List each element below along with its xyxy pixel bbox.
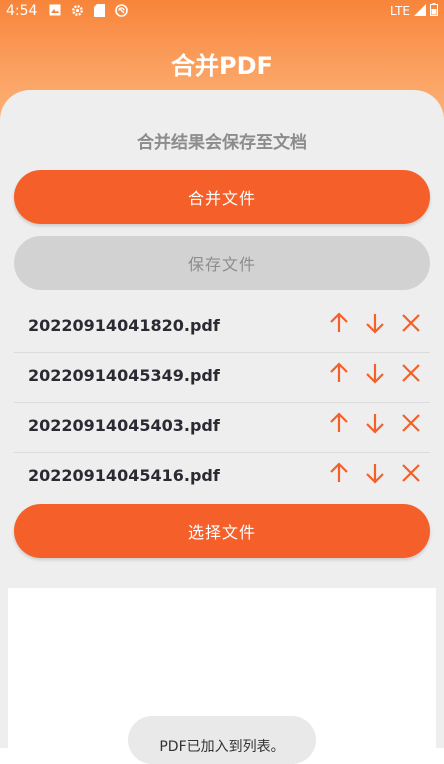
gear-icon [70,3,84,17]
move-down-icon[interactable] [362,310,388,336]
list-item: 20220914045403.pdf [14,402,430,453]
move-down-icon[interactable] [362,360,388,386]
image-icon [48,3,62,17]
file-name: 20220914045403.pdf [28,416,220,435]
page-title: 合并PDF [171,52,273,80]
signal-icon [414,3,426,19]
move-down-icon[interactable] [362,410,388,436]
status-bar: 4:54 LTE [0,0,444,24]
file-name: 20220914045416.pdf [28,466,220,485]
remove-icon[interactable] [398,360,424,386]
status-right-icons: LTE [390,3,438,19]
file-name: 20220914041820.pdf [28,316,220,335]
status-time: 4:54 [6,3,38,19]
remove-icon[interactable] [398,410,424,436]
merge-files-button[interactable]: 合并文件 [14,170,430,224]
move-down-icon[interactable] [362,460,388,486]
sd-card-icon [92,3,106,17]
select-files-button[interactable]: 选择文件 [14,504,430,558]
save-file-button[interactable]: 保存文件 [14,236,430,290]
remove-icon[interactable] [398,460,424,486]
save-hint: 合并结果会保存至文档 [137,133,307,153]
move-up-icon[interactable] [326,410,352,436]
network-label: LTE [390,4,410,18]
list-item: 20220914045416.pdf [14,452,430,502]
move-up-icon[interactable] [326,360,352,386]
list-item: 20220914041820.pdf [14,302,430,353]
battery-icon [430,3,438,19]
move-up-icon[interactable] [326,460,352,486]
remove-icon[interactable] [398,310,424,336]
toast-message: PDF已加入到列表。 [128,716,316,764]
status-notification-icons [48,3,128,17]
file-name: 20220914045349.pdf [28,366,220,385]
list-item: 20220914045349.pdf [14,352,430,403]
sync-icon [114,3,128,17]
move-up-icon[interactable] [326,310,352,336]
